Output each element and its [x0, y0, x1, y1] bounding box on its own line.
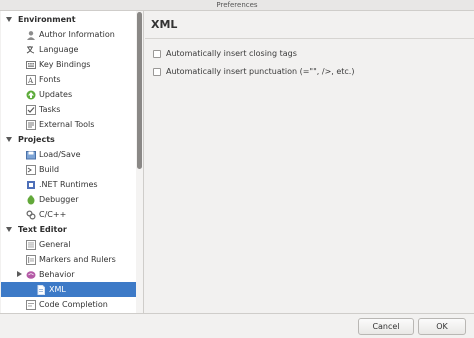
build-icon [26, 165, 36, 175]
language-icon [26, 46, 35, 54]
expand-arrow-icon[interactable] [6, 17, 12, 22]
window-title: Preferences [0, 0, 474, 11]
sidebar-item-debugger[interactable]: Debugger [1, 192, 136, 207]
debugger-icon [27, 195, 35, 205]
sidebar-item-net-runtimes[interactable]: .NET Runtimes [1, 177, 136, 192]
cpp-icon [26, 210, 36, 220]
sidebar-item-tasks[interactable]: Tasks [1, 102, 136, 117]
sidebar-item-markers-and-rulers[interactable]: Markers and Rulers [1, 252, 136, 267]
settings-panel: XML Automatically insert closing tags Au… [145, 11, 474, 313]
sidebar-item-external-tools[interactable]: External Tools [1, 117, 136, 132]
sidebar-item-language[interactable]: Language [1, 42, 136, 57]
sidebar-scrollbar[interactable] [136, 11, 143, 313]
sidebar-item-updates[interactable]: Updates [1, 87, 136, 102]
checkbox-insert-closing-tags[interactable] [153, 50, 161, 58]
category-text-editor[interactable]: Text Editor [1, 222, 136, 237]
fonts-icon: A [26, 75, 36, 85]
expand-arrow-icon[interactable] [6, 227, 12, 232]
runtimes-icon [27, 181, 35, 189]
load-save-icon [26, 151, 36, 160]
sidebar-item-author-information[interactable]: Author Information [1, 27, 136, 42]
sidebar-item-load-save[interactable]: Load/Save [1, 147, 136, 162]
category-environment[interactable]: Environment [1, 12, 136, 27]
scrollbar-thumb[interactable] [137, 12, 142, 169]
sidebar-item-behavior[interactable]: Behavior [1, 267, 136, 282]
svg-text:A: A [27, 77, 34, 85]
sidebar-item-cpp[interactable]: C/C++ [1, 207, 136, 222]
panel-divider [145, 38, 474, 39]
ok-button[interactable]: OK [418, 318, 466, 335]
external-tools-icon [26, 120, 36, 130]
dialog-button-bar: Cancel OK [0, 313, 474, 338]
markers-icon [26, 255, 36, 265]
preferences-sidebar: Environment Author Information Language … [1, 11, 144, 313]
updates-icon [26, 90, 36, 100]
panel-title: XML [151, 18, 178, 31]
preferences-window: Preferences Environment Author Informati… [0, 0, 474, 338]
code-completion-icon [26, 300, 36, 310]
sidebar-item-build[interactable]: Build [1, 162, 136, 177]
cancel-button[interactable]: Cancel [358, 318, 414, 335]
tasks-icon [26, 105, 36, 115]
xml-file-icon [37, 285, 45, 295]
expand-arrow-icon[interactable] [17, 271, 22, 277]
sidebar-item-general[interactable]: General [1, 237, 136, 252]
keyboard-icon [26, 61, 36, 69]
general-icon [26, 240, 36, 250]
checkbox-insert-punctuation[interactable] [153, 68, 161, 76]
expand-arrow-icon[interactable] [6, 137, 12, 142]
sidebar-item-code-completion[interactable]: Code Completion [1, 297, 136, 312]
sidebar-item-fonts[interactable]: A Fonts [1, 72, 136, 87]
sidebar-item-xml[interactable]: XML [1, 282, 136, 297]
sidebar-item-key-bindings[interactable]: Key Bindings [1, 57, 136, 72]
category-projects[interactable]: Projects [1, 132, 136, 147]
author-icon [27, 31, 35, 40]
behavior-icon [26, 271, 36, 279]
